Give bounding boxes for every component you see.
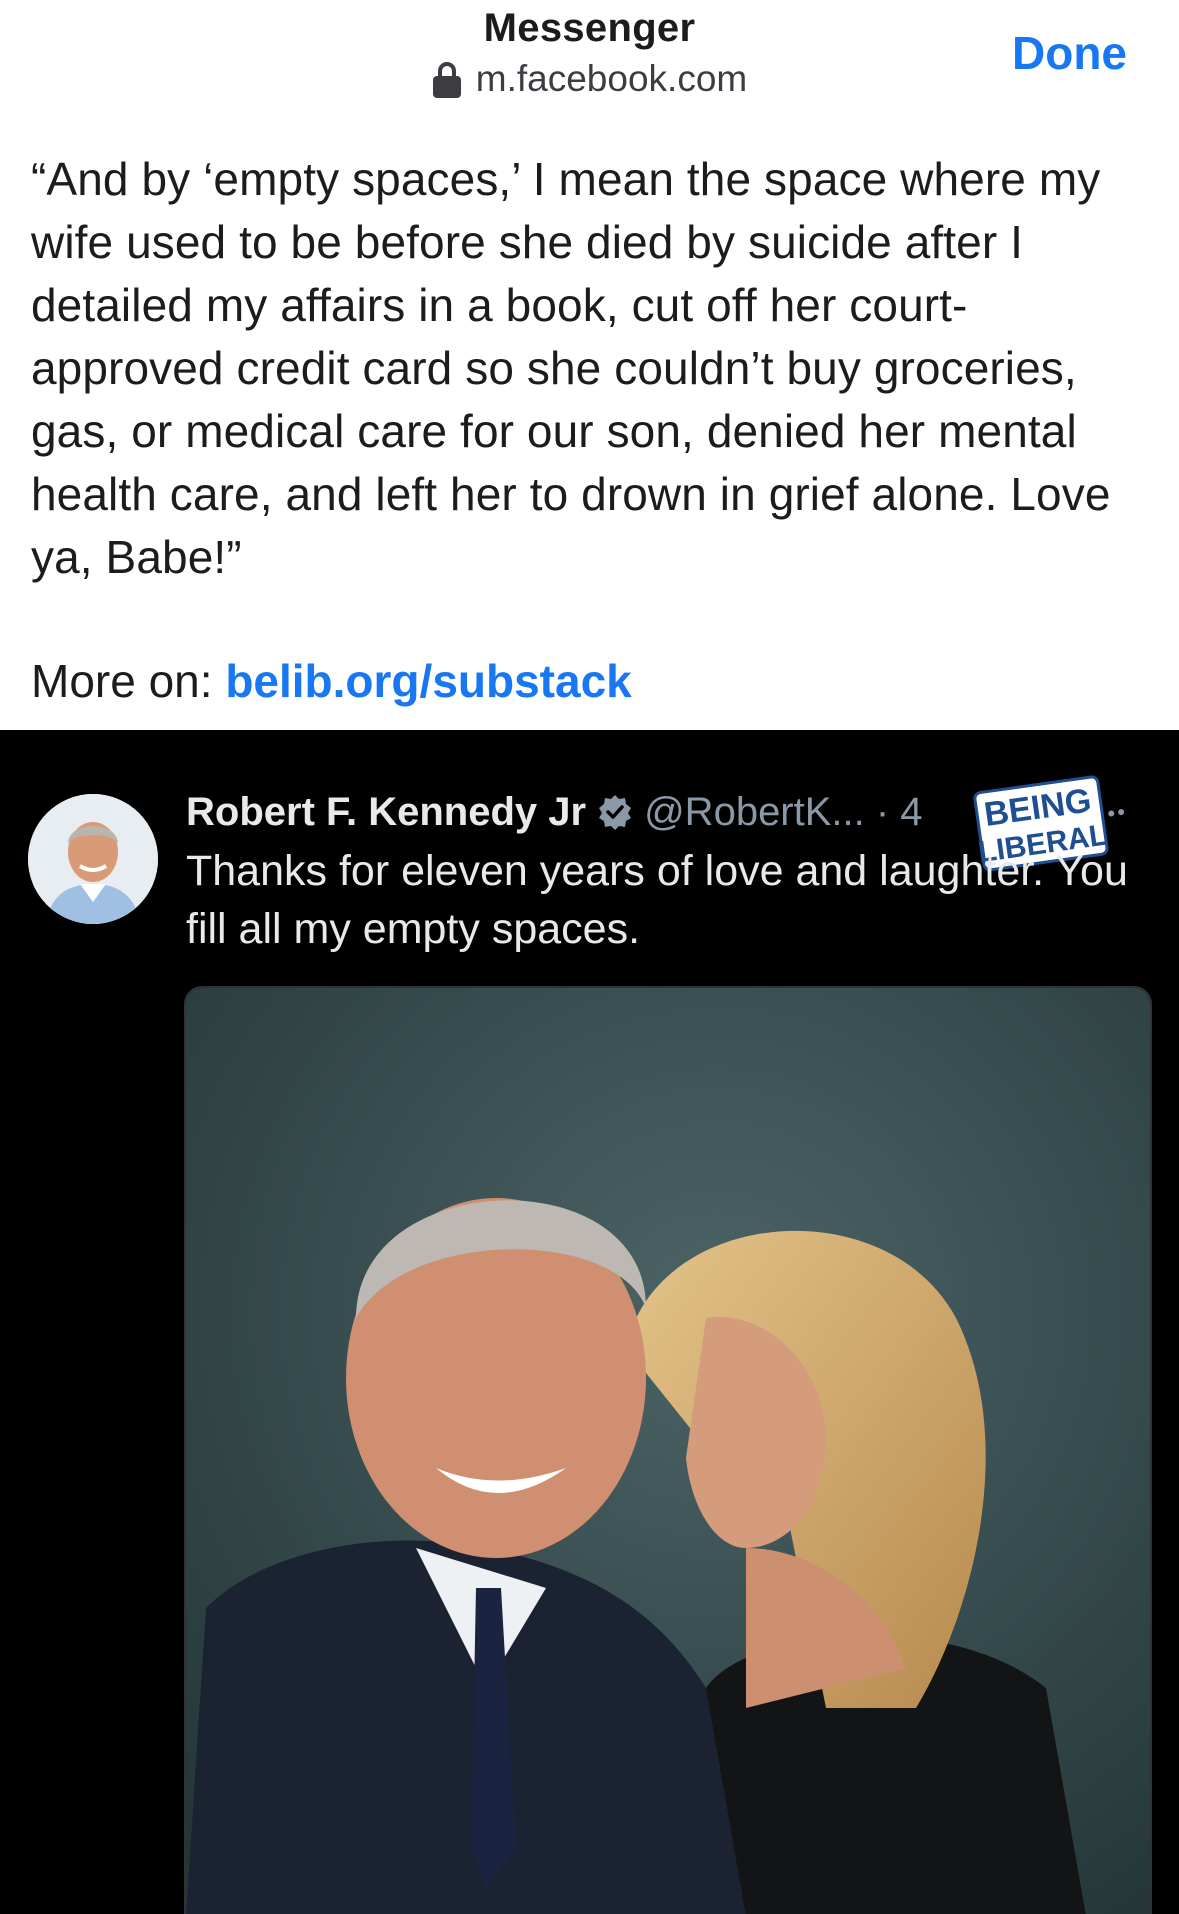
tweet-text: Thanks for eleven years of love and laug… bbox=[186, 847, 1128, 953]
substack-link[interactable]: belib.org/substack bbox=[225, 655, 631, 707]
tweet-photo[interactable] bbox=[184, 986, 1152, 1914]
lock-icon bbox=[432, 60, 462, 98]
handle-and-time: @RobertK... · 4 bbox=[644, 789, 923, 834]
post-text: “And by ‘empty spaces,’ I mean the space… bbox=[31, 153, 1111, 583]
tweet-header: Robert F. Kennedy Jr @RobertK... · 4 bbox=[186, 782, 923, 842]
url-text: m.facebook.com bbox=[475, 58, 748, 99]
more-on-label: More on: bbox=[31, 655, 226, 707]
verified-badge-icon bbox=[596, 793, 634, 831]
done-button[interactable]: Done bbox=[1012, 26, 1127, 80]
url-bar[interactable]: m.facebook.com bbox=[0, 58, 1179, 100]
more-on-line: More on: belib.org/substack bbox=[31, 650, 632, 713]
avatar bbox=[28, 794, 158, 924]
author-name[interactable]: Robert F. Kennedy Jr bbox=[186, 790, 586, 835]
app-title: Messenger bbox=[483, 6, 696, 50]
browser-header: Messenger m.facebook.com Done bbox=[0, 0, 1179, 120]
embedded-tweet-screenshot: Robert F. Kennedy Jr @RobertK... · 4 BEI… bbox=[0, 730, 1179, 1914]
